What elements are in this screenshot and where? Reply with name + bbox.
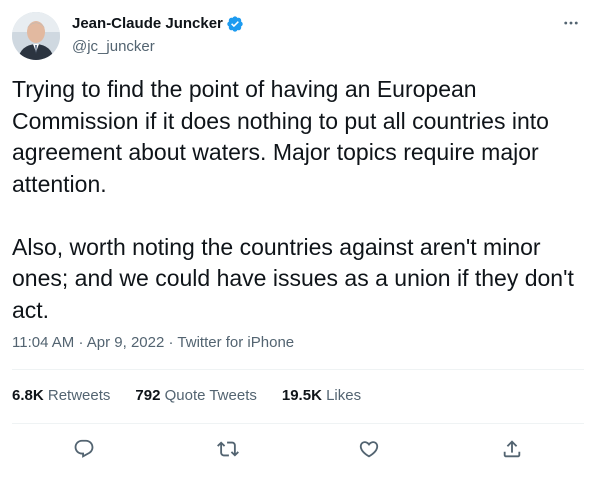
tweet-stats: 6.8K Retweets 792 Quote Tweets 19.5K Lik… (12, 386, 386, 406)
retweets-label: Retweets (47, 387, 111, 404)
tweet-source[interactable]: Twitter for iPhone (177, 334, 294, 351)
meta-separator: · (168, 334, 174, 351)
likes-stat[interactable]: 19.5K Likes (282, 386, 361, 406)
tweet-date[interactable]: Apr 9, 2022 (87, 334, 165, 351)
tweet-time[interactable]: 11:04 AM (12, 334, 74, 351)
quote-tweets-count: 792 (135, 387, 161, 404)
likes-count: 19.5K (281, 387, 322, 404)
avatar-image (12, 12, 60, 60)
verified-badge-icon (226, 15, 244, 33)
retweet-icon[interactable] (211, 432, 245, 466)
divider (12, 423, 584, 424)
quote-tweets-label: Quote Tweets (164, 387, 257, 404)
author-display-name[interactable]: Jean-Claude Juncker (72, 14, 223, 34)
author-name-row: Jean-Claude Juncker (72, 14, 244, 34)
reply-icon[interactable] (67, 432, 101, 466)
divider (12, 369, 584, 370)
tweet-card: Jean-Claude Juncker @jc_juncker Trying t… (0, 0, 596, 484)
like-icon[interactable] (352, 432, 386, 466)
tweet-actions (12, 432, 584, 466)
tweet-meta: 11:04 AM · Apr 9, 2022 · Twitter for iPh… (12, 333, 294, 353)
author-handle[interactable]: @jc_juncker (72, 37, 155, 57)
avatar[interactable] (12, 12, 60, 60)
meta-separator: · (78, 334, 84, 351)
quote-tweets-stat[interactable]: 792 Quote Tweets (135, 386, 256, 406)
tweet-text: Trying to find the point of having an Eu… (12, 76, 574, 323)
more-icon[interactable] (560, 12, 582, 34)
retweets-stat[interactable]: 6.8K Retweets (12, 386, 110, 406)
likes-label: Likes (326, 387, 362, 404)
share-icon[interactable] (495, 432, 529, 466)
retweets-count: 6.8K (12, 387, 44, 404)
